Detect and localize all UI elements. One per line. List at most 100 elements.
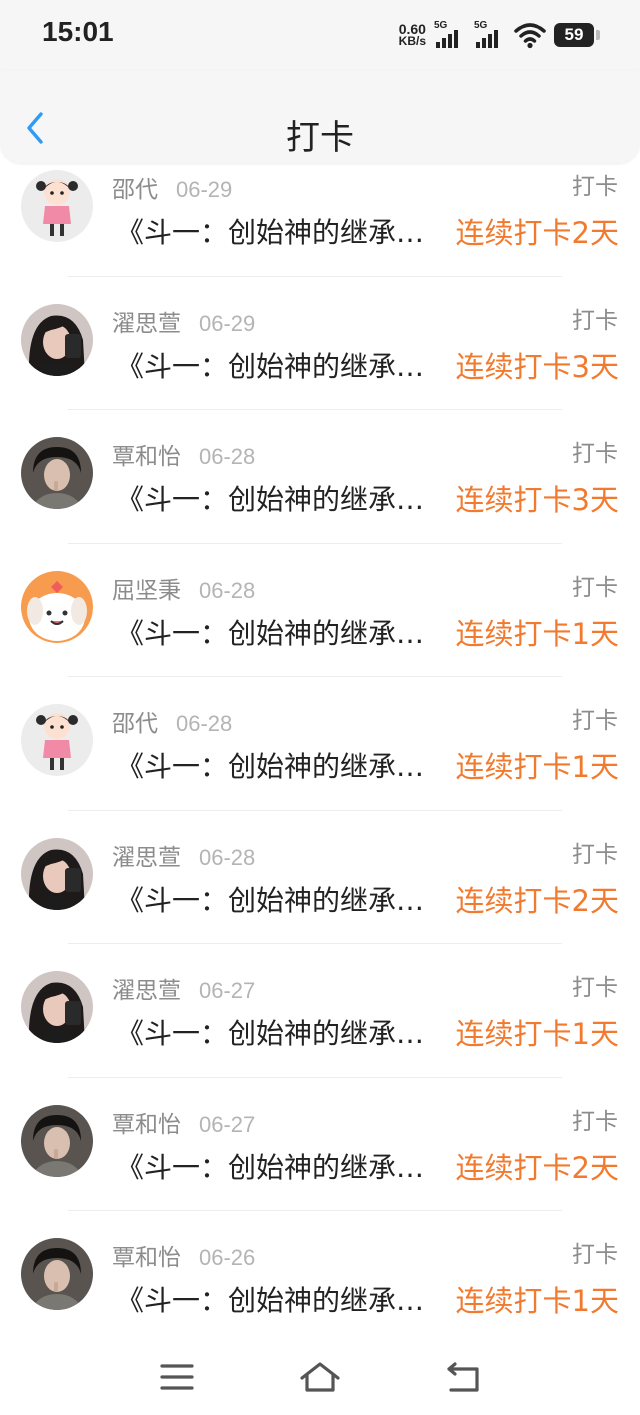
checkin-date: 06-28 <box>176 711 233 736</box>
streak-label: 连续打卡2天 <box>455 216 619 250</box>
book-title[interactable]: 《斗一：创始神的继承… <box>116 345 442 385</box>
row-divider <box>68 275 562 277</box>
page-title: 打卡 <box>286 118 354 158</box>
checkin-tag: 打卡 <box>572 708 618 734</box>
user-name[interactable]: 屈坚秉 <box>112 571 181 605</box>
row-meta: 濯思萱 06-28 <box>112 838 255 872</box>
checkin-date: 06-28 <box>199 844 256 870</box>
avatar[interactable] <box>21 1104 93 1177</box>
user-name[interactable]: 覃和怡 <box>112 437 181 471</box>
checkin-list[interactable]: 邵代 06-29 打卡 《斗一：创始神的继承… 连续打卡2天 濯思萱 06-29 打卡 《斗一：… <box>0 163 640 1365</box>
checkin-date: 06-28 <box>199 577 256 603</box>
home-button[interactable] <box>295 1357 345 1397</box>
user-name[interactable]: 覃和怡 <box>112 1105 181 1139</box>
row-divider <box>68 1076 562 1078</box>
network-speed-unit: KB/s <box>398 34 426 48</box>
wifi-icon <box>514 23 546 49</box>
nav-bar: 打卡 <box>0 70 640 163</box>
book-title[interactable]: 《斗一：创始神的继承… <box>116 1146 442 1186</box>
user-name[interactable]: 邵代 <box>112 704 158 738</box>
checkin-row[interactable]: 濯思萱 06-27 打卡《斗一：创始神的继承… 连续打卡1天 <box>0 964 640 1098</box>
status-time: 15:01 <box>42 16 114 47</box>
checkin-row[interactable]: 屈坚秉 06-28 打卡《斗一：创始神的继承… 连续打卡1天 <box>0 564 640 698</box>
row-meta: 濯思萱 06-29 <box>112 304 255 338</box>
checkin-tag: 打卡 <box>572 1242 618 1268</box>
status-icons: 0.60 KB/s 5G 5G 59 <box>399 18 600 52</box>
streak-label: 连续打卡1天 <box>455 750 619 784</box>
checkin-date: 06-29 <box>176 177 233 202</box>
battery-icon: 59 <box>554 23 600 47</box>
menu-icon <box>160 1364 194 1390</box>
checkin-row[interactable]: 濯思萱 06-28 打卡《斗一：创始神的继承… 连续打卡2天 <box>0 831 640 965</box>
row-meta: 邵代 06-29 <box>112 170 232 204</box>
checkin-date: 06-26 <box>199 1245 256 1270</box>
avatar[interactable] <box>21 437 93 509</box>
book-title[interactable]: 《斗一：创始神的继承… <box>116 1279 442 1319</box>
row-meta: 覃和怡 06-26 <box>112 1238 255 1272</box>
row-divider <box>68 676 562 677</box>
checkin-row[interactable]: 覃和怡 06-27 打卡《斗一：创始神的继承… 连续打卡2天 <box>0 1098 640 1232</box>
status-bar: 15:01 0.60 KB/s 5G 5G 59 <box>0 0 640 70</box>
system-back-button[interactable] <box>438 1357 488 1397</box>
streak-label: 连续打卡2天 <box>455 883 619 918</box>
user-name[interactable]: 覃和怡 <box>112 1238 181 1272</box>
streak-label: 连续打卡3天 <box>455 483 619 517</box>
battery-level: 59 <box>564 25 584 44</box>
user-name[interactable]: 濯思萱 <box>112 304 181 338</box>
checkin-row[interactable]: 濯思萱 06-29 打卡《斗一：创始神的继承… 连续打卡3天 <box>0 297 640 431</box>
avatar[interactable] <box>21 170 93 242</box>
signal-5g-icon: 5G <box>474 20 506 50</box>
avatar[interactable] <box>21 1238 93 1310</box>
checkin-row[interactable]: 覃和怡 06-28 打卡《斗一：创始神的继承… 连续打卡3天 <box>0 430 640 564</box>
menu-button[interactable] <box>152 1357 202 1397</box>
book-title[interactable]: 《斗一：创始神的继承… <box>116 879 442 919</box>
book-title[interactable]: 《斗一：创始神的继承… <box>116 478 442 518</box>
checkin-date: 06-27 <box>199 1111 256 1137</box>
avatar[interactable] <box>21 303 93 376</box>
streak-label: 连续打卡1天 <box>455 1284 619 1318</box>
checkin-tag: 打卡 <box>572 574 618 601</box>
checkin-tag: 打卡 <box>572 975 618 1001</box>
row-meta: 屈坚秉 06-28 <box>112 571 255 605</box>
row-meta: 覃和怡 06-27 <box>112 1105 255 1139</box>
row-divider <box>68 1210 562 1211</box>
book-title[interactable]: 《斗一：创始神的继承… <box>116 745 442 785</box>
return-icon <box>447 1362 479 1392</box>
row-meta: 覃和怡 06-28 <box>112 437 255 471</box>
avatar[interactable] <box>21 837 93 910</box>
checkin-row[interactable]: 邵代 06-29 打卡《斗一：创始神的继承… 连续打卡2天 <box>0 163 640 297</box>
row-meta: 邵代 06-28 <box>112 704 232 738</box>
signal-5g-icon: 5G <box>434 20 466 50</box>
checkin-tag: 打卡 <box>572 1108 618 1135</box>
checkin-tag: 打卡 <box>572 307 618 334</box>
checkin-date: 06-28 <box>199 444 256 469</box>
row-divider <box>68 809 562 811</box>
user-name[interactable]: 濯思萱 <box>112 971 181 1005</box>
home-icon <box>300 1362 340 1392</box>
book-title[interactable]: 《斗一：创始神的继承… <box>116 1012 442 1052</box>
checkin-date: 06-27 <box>199 978 256 1003</box>
checkin-tag: 打卡 <box>572 174 618 200</box>
checkin-row[interactable]: 邵代 06-28 打卡《斗一：创始神的继承… 连续打卡1天 <box>0 697 640 831</box>
streak-label: 连续打卡3天 <box>455 349 619 384</box>
checkin-tag: 打卡 <box>572 441 618 467</box>
checkin-tag: 打卡 <box>572 841 618 868</box>
streak-label: 连续打卡2天 <box>455 1150 619 1185</box>
row-divider <box>68 943 562 944</box>
streak-label: 连续打卡1天 <box>455 616 619 651</box>
avatar[interactable] <box>21 570 93 643</box>
screen: 15:01 0.60 KB/s 5G 5G 59 打卡 邵代 06-29 打卡 … <box>0 0 640 1415</box>
streak-label: 连续打卡1天 <box>455 1017 619 1051</box>
network-speed: 0.60 KB/s <box>398 22 426 48</box>
system-nav-bar <box>0 1335 640 1415</box>
avatar[interactable] <box>21 971 93 1043</box>
row-meta: 濯思萱 06-27 <box>112 971 255 1005</box>
book-title[interactable]: 《斗一：创始神的继承… <box>116 211 442 251</box>
checkin-date: 06-29 <box>199 310 256 336</box>
row-divider <box>68 542 562 544</box>
row-divider <box>68 409 562 410</box>
book-title[interactable]: 《斗一：创始神的继承… <box>116 612 442 652</box>
avatar[interactable] <box>21 704 93 776</box>
user-name[interactable]: 濯思萱 <box>112 838 181 872</box>
user-name[interactable]: 邵代 <box>112 170 158 204</box>
